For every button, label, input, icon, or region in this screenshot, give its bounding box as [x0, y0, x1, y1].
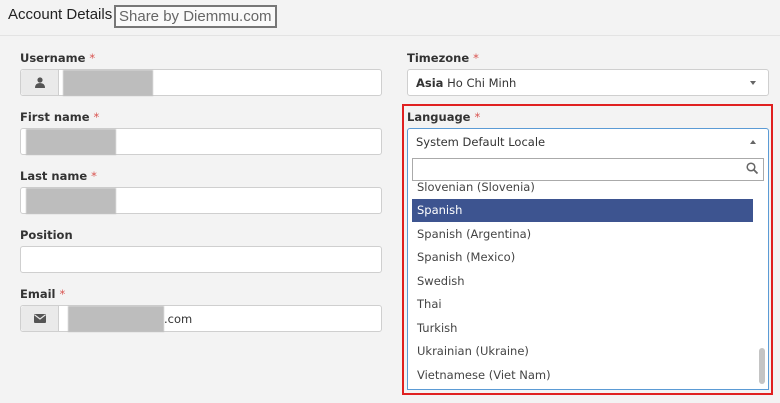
- redacted-value: [63, 70, 153, 96]
- position-label: Position: [20, 228, 73, 242]
- language-select[interactable]: System Default Locale: [407, 128, 769, 155]
- required-mark: *: [59, 287, 66, 301]
- email-label: Email *: [20, 287, 66, 301]
- username-field[interactable]: [20, 69, 382, 96]
- timezone-value: Asia Ho Chi Minh: [416, 76, 517, 90]
- required-mark: *: [93, 110, 100, 124]
- required-mark: *: [89, 51, 96, 65]
- language-option[interactable]: Spanish (Mexico): [412, 246, 753, 269]
- language-value: System Default Locale: [416, 135, 546, 149]
- language-dropdown: Slovenian (Slovenia) Spanish Spanish (Ar…: [407, 154, 769, 390]
- required-mark: *: [473, 51, 479, 65]
- page-title: Account Details: [8, 6, 113, 23]
- email-suffix: .com: [164, 312, 193, 326]
- language-option[interactable]: Turkish: [412, 317, 753, 340]
- watermark-text: Share by Diemmu.com: [114, 5, 277, 28]
- timezone-select[interactable]: Asia Ho Chi Minh: [407, 69, 769, 96]
- language-option[interactable]: Vietnamese (Viet Nam): [412, 364, 753, 387]
- chevron-up-icon: [750, 140, 756, 144]
- redacted-value: [68, 306, 164, 332]
- email-field[interactable]: .com: [20, 305, 382, 332]
- lastname-field[interactable]: [20, 187, 382, 214]
- language-option-selected[interactable]: Spanish: [412, 199, 753, 222]
- position-field[interactable]: [20, 246, 382, 273]
- language-label: Language *: [407, 110, 481, 124]
- firstname-field[interactable]: [20, 128, 382, 155]
- search-icon: [746, 162, 759, 175]
- firstname-label: First name *: [20, 110, 100, 124]
- redacted-value: [26, 188, 116, 214]
- required-mark: *: [474, 110, 481, 124]
- redacted-value: [26, 129, 116, 155]
- language-option[interactable]: Ukrainian (Ukraine): [412, 340, 753, 363]
- user-icon: [21, 70, 59, 95]
- chevron-down-icon: [750, 81, 756, 85]
- username-label: Username *: [20, 51, 96, 65]
- language-option[interactable]: Slovenian (Slovenia): [412, 176, 753, 199]
- dropdown-scrollbar[interactable]: [759, 348, 765, 384]
- language-option[interactable]: Swedish: [412, 270, 753, 293]
- language-option[interactable]: Thai: [412, 293, 753, 316]
- envelope-icon: [21, 306, 59, 331]
- required-mark: *: [91, 169, 97, 183]
- lastname-label: Last name *: [20, 169, 97, 183]
- language-option[interactable]: Spanish (Argentina): [412, 223, 753, 246]
- timezone-label: Timezone *: [407, 51, 479, 65]
